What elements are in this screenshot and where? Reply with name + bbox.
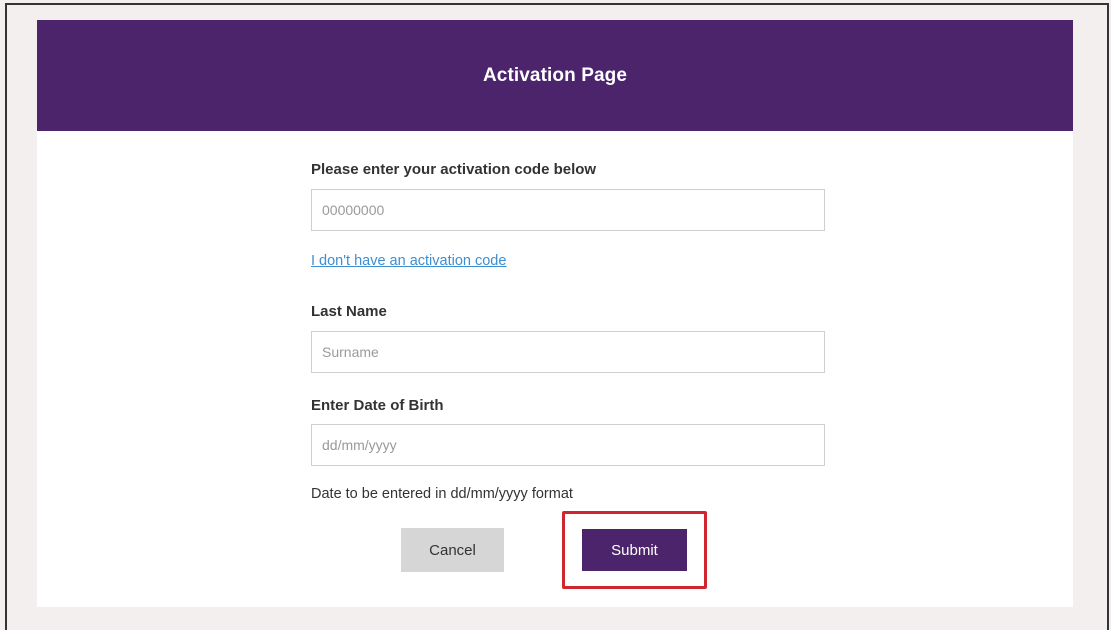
last-name-input[interactable] xyxy=(311,331,825,373)
last-name-label: Last Name xyxy=(311,303,387,320)
cancel-button[interactable]: Cancel xyxy=(401,528,504,572)
activation-code-input[interactable] xyxy=(311,189,825,231)
page-title: Activation Page xyxy=(482,64,628,86)
date-format-hint: Date to be entered in dd/mm/yyyy format xyxy=(311,486,573,502)
page-header: Activation Page xyxy=(37,20,1073,131)
date-of-birth-input[interactable] xyxy=(311,424,825,466)
activation-code-label: Please enter your activation code below xyxy=(311,161,597,178)
no-activation-code-link[interactable]: I don't have an activation code xyxy=(311,253,506,269)
date-of-birth-label: Enter Date of Birth xyxy=(311,397,444,414)
activation-card: Activation Page Please enter your activa… xyxy=(37,20,1073,607)
submit-button[interactable]: Submit xyxy=(582,529,687,571)
